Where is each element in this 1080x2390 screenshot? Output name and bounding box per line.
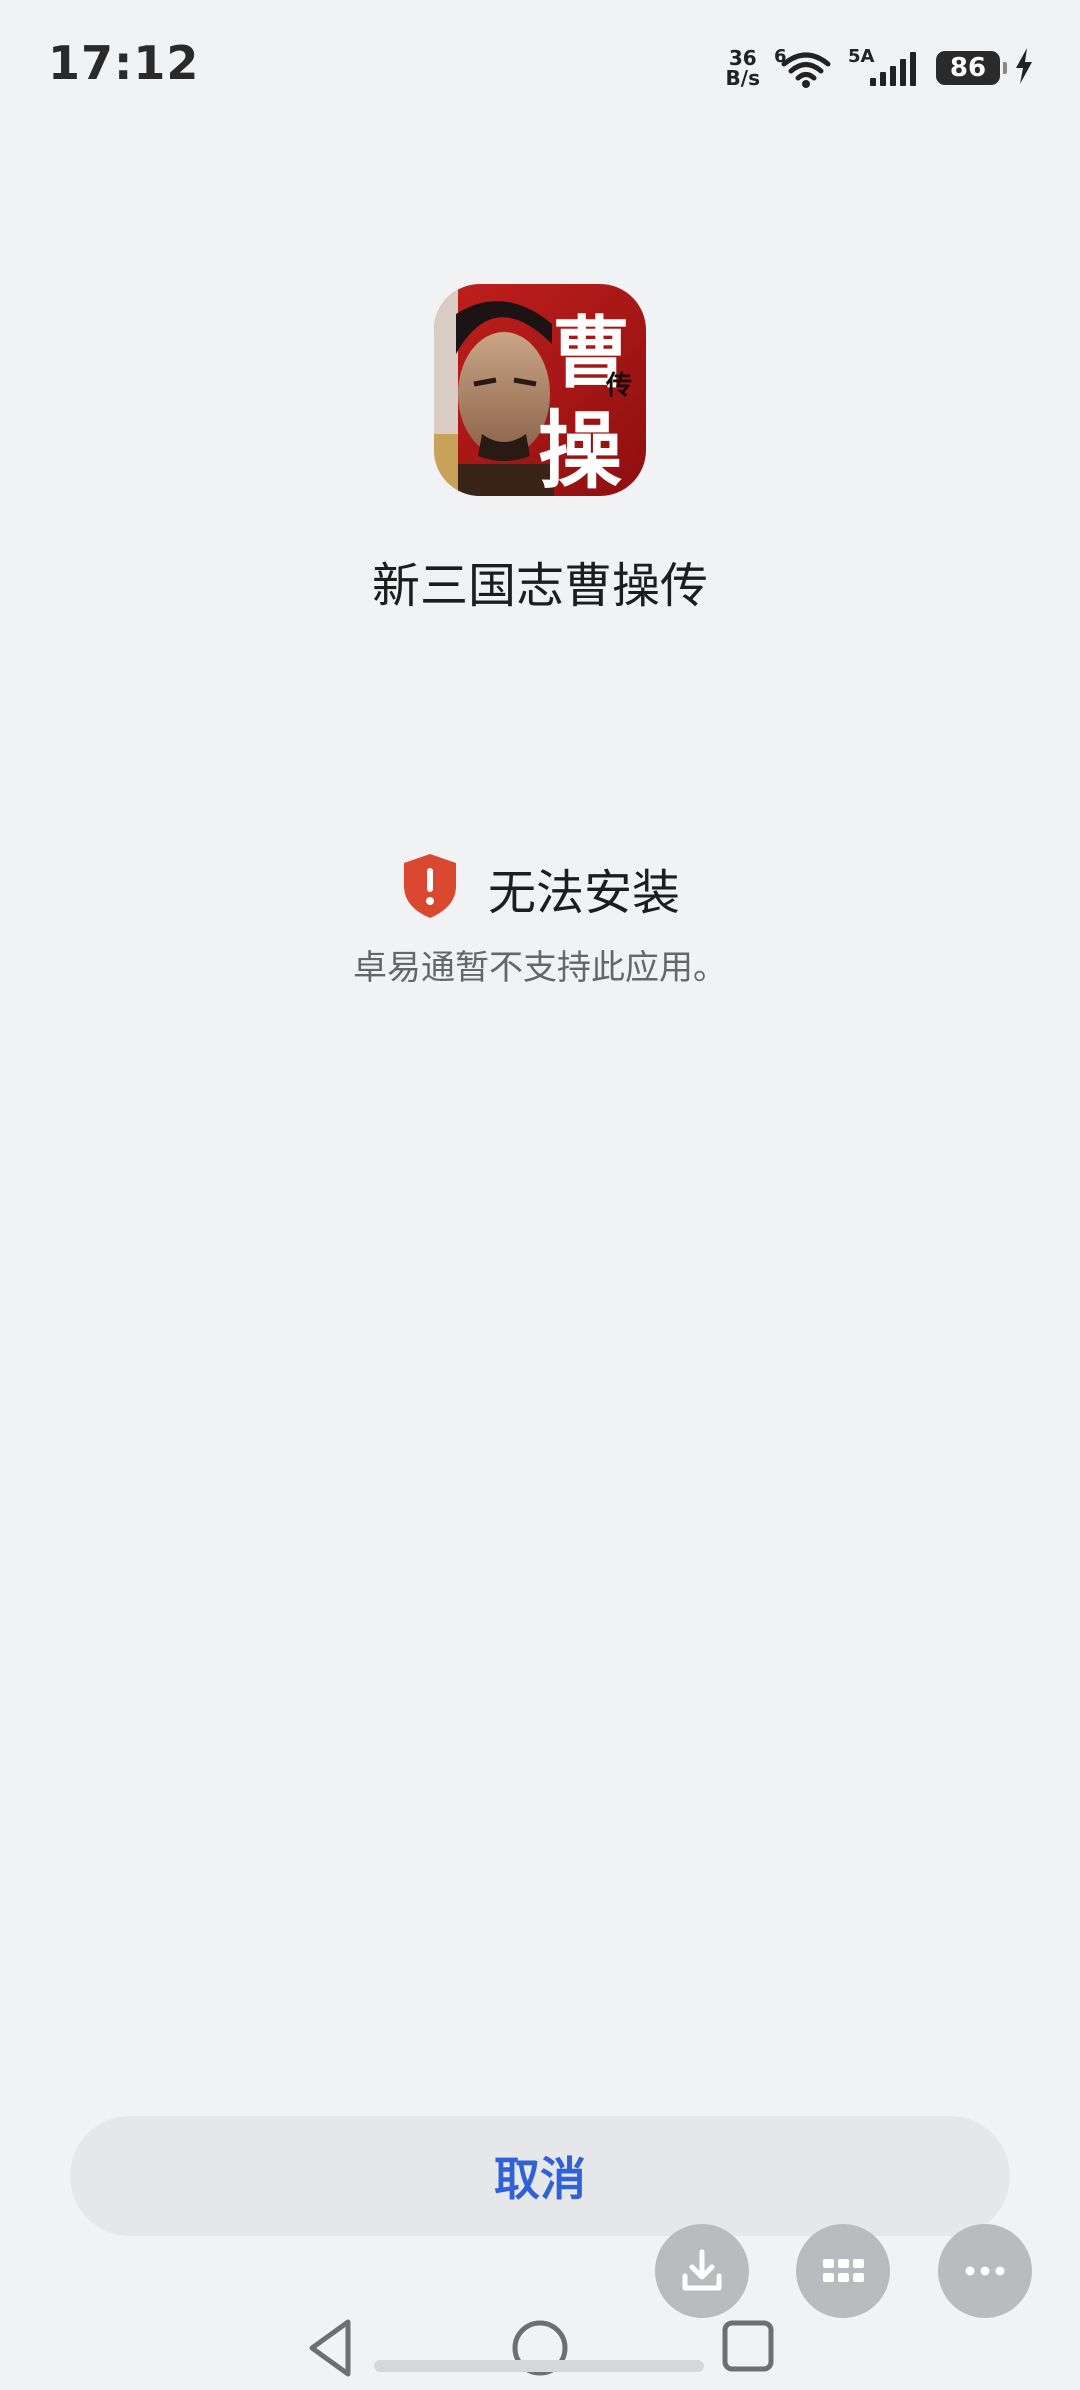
cell-signal-icon: 5A [848,46,922,90]
recents-icon[interactable] [720,2318,776,2374]
network-speed-unit: B/s [725,66,760,90]
signal-label: 5A [848,46,875,67]
status-icons: 36 B/s 6 5A 86 [726,44,1034,92]
back-icon[interactable] [304,2318,356,2378]
status-time: 17:12 [48,36,200,90]
install-error: 无法安装 [0,852,1080,924]
navigation-bar [0,2300,1080,2390]
more-icon [965,2266,1005,2276]
app-icon: 曹 操 传 [434,284,646,496]
error-message: 卓易通暂不支持此应用。 [353,948,727,988]
wifi-icon: 6 [774,46,834,90]
app-icon-char-3: 传 [605,371,632,401]
download-icon [682,2249,722,2291]
battery-level: 86 [949,53,987,83]
cancel-button[interactable]: 取消 [70,2116,1010,2236]
gesture-bar[interactable] [374,2360,704,2372]
app-icon-char-2: 操 [538,401,622,496]
app-name: 新三国志曹操传 [371,558,708,614]
charging-icon [1014,48,1034,88]
status-bar: 17:12 36 B/s 6 5A 86 [0,0,1080,130]
error-title: 无法安装 [487,865,680,921]
battery-icon: 86 [936,51,1007,85]
wifi-label: 6 [774,46,787,67]
network-speed-value: 36 [728,46,757,70]
network-speed: 36 B/s [726,48,760,88]
shield-warning-icon [400,852,460,924]
grid-icon [823,2259,864,2282]
